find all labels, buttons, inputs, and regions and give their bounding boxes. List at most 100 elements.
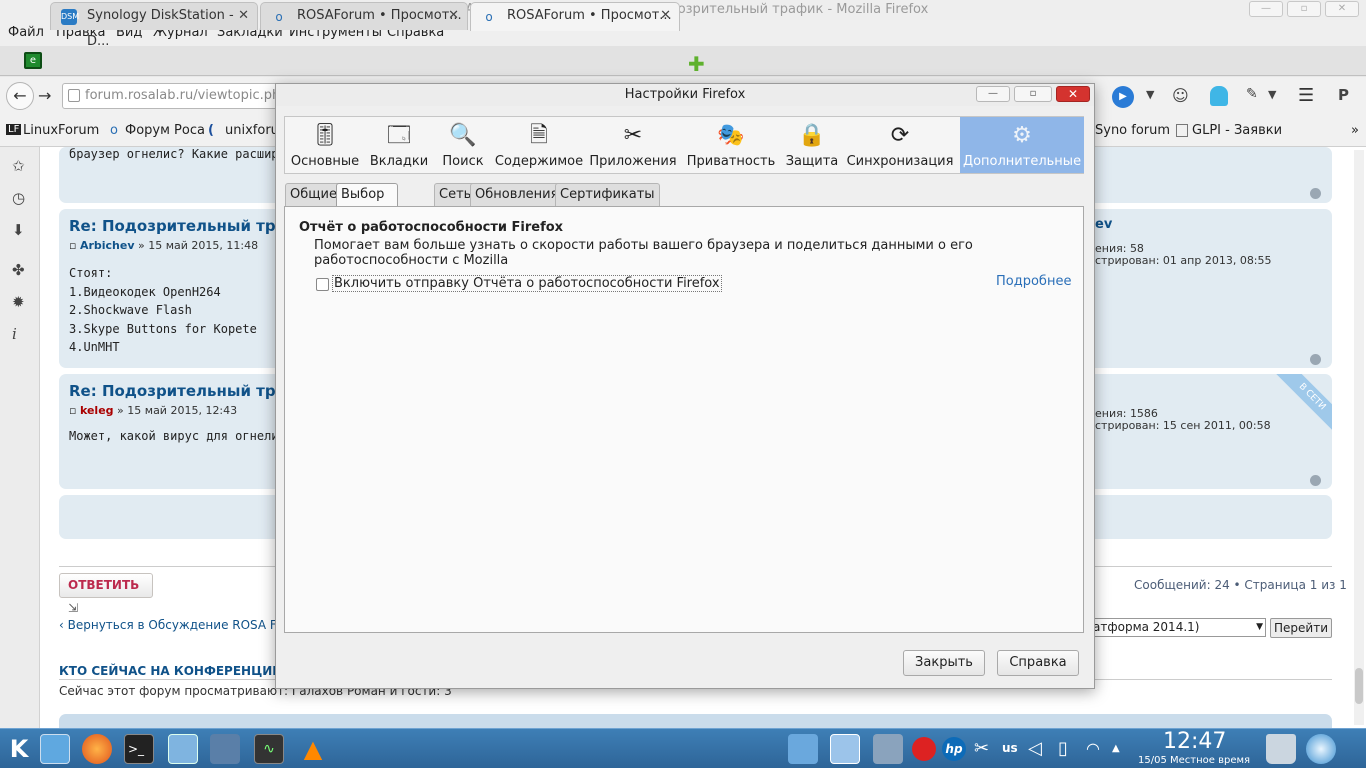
pane-label: Основные (290, 154, 360, 169)
profile-reg-value: 01 апр 2013, 08:55 (1162, 254, 1272, 267)
pocket-icon[interactable]: P (1338, 86, 1349, 104)
pane-sync[interactable]: ⟳ Синхронизация (846, 117, 954, 173)
firefox-icon[interactable] (82, 734, 112, 764)
bookmark-linuxforum[interactable]: LinuxForum (23, 123, 99, 138)
desktop-grid-icon[interactable] (830, 734, 860, 764)
close-window-button[interactable]: ✕ (1325, 1, 1359, 17)
jump-button[interactable]: Перейти (1270, 618, 1332, 638)
network-tool-icon[interactable] (210, 734, 240, 764)
maximize-button[interactable]: ▫ (1287, 1, 1321, 17)
close-tab-icon[interactable]: ✕ (660, 3, 671, 29)
back-to-top-icon[interactable] (1310, 354, 1321, 365)
back-to-top-icon[interactable] (1310, 188, 1321, 199)
bookmark-glpi[interactable]: GLPI - Заявки (1192, 123, 1282, 138)
post-line: 1.Видеокодек OpenH264 (69, 284, 221, 299)
settings-tray-icon[interactable] (873, 734, 903, 764)
pane-label: Содержимое (494, 154, 584, 169)
info-icon[interactable]: i (12, 325, 17, 343)
pane-tabs[interactable]: 🗔 Вкладки (366, 117, 432, 173)
jump-select[interactable]: атформа 2014.1) ▼ (1090, 618, 1266, 637)
close-tab-icon[interactable]: ✕ (238, 3, 249, 29)
tab-rosaforum-active[interactable]: o ROSAForum • Просмот... ✕ (470, 2, 680, 31)
scrollbar-thumb[interactable] (1355, 668, 1363, 704)
post-author[interactable]: Arbichev (80, 239, 135, 252)
bookmark-syno-forum[interactable]: Syno forum (1095, 123, 1170, 138)
battery-icon[interactable]: ▯ (1058, 734, 1088, 764)
history-clock-icon[interactable]: ◷ (12, 189, 25, 207)
terminal-icon[interactable]: >_ (124, 734, 154, 764)
subtab-certificates[interactable]: Сертификаты (555, 183, 660, 206)
dialog-minimize-button[interactable]: — (976, 86, 1010, 102)
file-manager-icon[interactable] (40, 734, 70, 764)
footer-panel (59, 714, 1332, 728)
url-input[interactable]: forum.rosalab.ru/viewtopic.php? (62, 83, 295, 109)
health-report-checkbox[interactable] (316, 278, 329, 291)
update-icon[interactable] (912, 737, 936, 761)
addon-icon[interactable]: ✎ (1246, 86, 1258, 102)
menu-file[interactable]: Файл (8, 25, 44, 40)
minimize-button[interactable]: — (1249, 1, 1283, 17)
bookmark-unixforum[interactable]: unixforu (225, 123, 279, 138)
rosa-icon: o (110, 123, 118, 138)
pane-content[interactable]: 🗎 Содержимое (494, 117, 584, 173)
trash-icon[interactable] (1266, 734, 1296, 764)
kde-menu-icon[interactable]: K (4, 734, 34, 764)
system-monitor-icon[interactable] (168, 734, 198, 764)
pane-advanced[interactable]: ⚙ Дополнительные (960, 117, 1084, 173)
section-description: Помогает вам больше узнать о скорости ра… (314, 238, 973, 268)
scissors-icon[interactable]: ✂ (974, 734, 1004, 764)
post-author[interactable]: keleg (80, 404, 114, 417)
back-to-top-icon[interactable] (1310, 475, 1321, 486)
subtab-data-choices[interactable]: Выбор данных (336, 183, 398, 223)
profile-author[interactable]: ev (1095, 217, 1112, 232)
back-link[interactable]: ‹ Вернуться в Обсуждение ROSA Fre (59, 618, 288, 632)
pane-applications[interactable]: ✂ Приложения (587, 117, 679, 173)
chevron-down-icon[interactable]: ▼ (1146, 88, 1154, 101)
app-tab-icon[interactable]: e (24, 52, 42, 69)
post-body: Может, какой вирус для огнелиса (69, 429, 293, 443)
tab-rosaforum-1[interactable]: o ROSAForum • Просмот... ✕ (260, 2, 468, 30)
checkbox-label[interactable]: Включить отправку Отчёта о работоспособн… (332, 275, 722, 292)
reply-button[interactable]: ОТВЕТИТЬ ⇲ (59, 573, 153, 615)
chevron-down-icon[interactable]: ▼ (1268, 88, 1276, 101)
settings-icon[interactable]: ✹ (12, 293, 25, 311)
screenshot-icon[interactable] (788, 734, 818, 764)
learn-more-link[interactable]: Подробнее (996, 274, 1071, 289)
chat-icon[interactable]: ☺ (1172, 86, 1189, 105)
back-button[interactable]: ← (6, 82, 34, 110)
subtab-general[interactable]: Общие (285, 183, 342, 206)
hamburger-menu-icon[interactable]: ☰ (1298, 85, 1314, 106)
volume-icon[interactable]: ◁ (1028, 734, 1058, 764)
forward-button[interactable]: → (38, 86, 51, 105)
bookmark-forum-rosa[interactable]: Форум Роса (125, 123, 205, 138)
pane-security[interactable]: 🔒 Защита (782, 117, 842, 173)
pane-search[interactable]: 🔍 Поиск (435, 117, 491, 173)
activity-monitor-icon[interactable]: ∿ (254, 734, 284, 764)
ghost-icon[interactable] (1210, 86, 1228, 106)
help-button[interactable]: Справка (997, 650, 1079, 676)
prefs-toolbar: 🎚 Основные 🗔 Вкладки 🔍 Поиск 🗎 Содержимое ✂ П… (284, 116, 1084, 174)
vlc-icon[interactable]: ▲ (298, 734, 328, 764)
pane-privacy[interactable]: 🎭 Приватность (683, 117, 779, 173)
pane-general[interactable]: 🎚 Основные (286, 117, 364, 173)
pane-label: Защита (785, 154, 839, 169)
play-icon[interactable]: ▶ (1112, 86, 1134, 108)
close-tab-icon[interactable]: ✕ (448, 3, 459, 29)
page-scrollbar[interactable] (1354, 150, 1364, 725)
apps-icon: ✂ (623, 123, 643, 148)
bookmark-star-icon[interactable]: ✩ (12, 157, 25, 175)
close-button[interactable]: Закрыть (903, 650, 985, 676)
keyboard-layout[interactable]: us (1002, 741, 1018, 755)
dialog-close-button[interactable]: ✕ (1056, 86, 1090, 102)
new-tab-icon[interactable]: ✚ (688, 52, 705, 76)
puzzle-icon[interactable]: ✤ (12, 261, 25, 279)
clock-time[interactable]: 12:47 (1163, 729, 1226, 754)
tab-synology[interactable]: DSM Synology DiskStation - D... ✕ (50, 2, 258, 49)
hp-icon[interactable]: hp (942, 737, 966, 761)
rosa-icon: o (275, 10, 283, 24)
dialog-maximize-button[interactable]: ▫ (1014, 86, 1052, 102)
show-desktop-icon[interactable] (1306, 734, 1336, 764)
download-icon[interactable]: ⬇ (12, 221, 25, 239)
subtab-update[interactable]: Обновления (470, 183, 564, 206)
bookmarks-overflow-icon[interactable]: » (1351, 123, 1359, 138)
